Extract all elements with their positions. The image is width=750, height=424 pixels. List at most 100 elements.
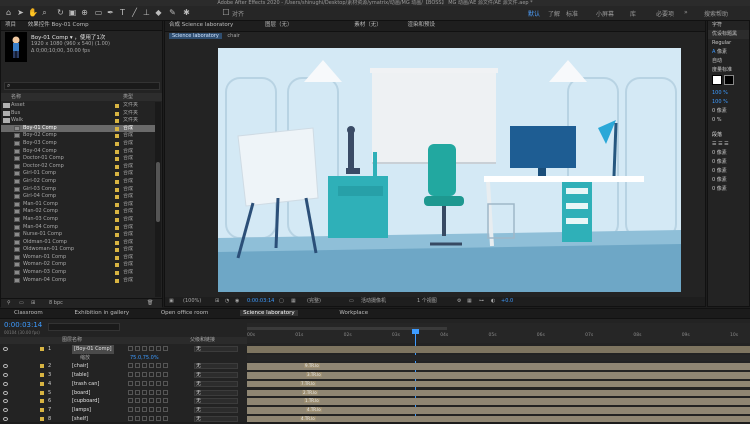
layer-duration-bar[interactable] [247,363,750,371]
tab-render-presets[interactable]: 渲染和预设 [408,22,436,28]
layer-switches[interactable] [128,363,192,369]
project-item[interactable]: Girl-01 Comp 合成 [1,170,155,178]
camera-select[interactable]: 活动摄像机 [361,297,386,306]
zoom-select[interactable]: (100%) [183,297,201,306]
label-color-swatch[interactable] [115,255,119,260]
keyframe-label[interactable]: 3.TR.lo [306,372,322,378]
label-color-swatch[interactable] [115,271,119,276]
col-parent[interactable]: 父级和链接 [190,337,215,344]
project-item[interactable]: Girl-02 Comp 合成 [1,178,155,186]
always-preview-icon[interactable]: ▣ [169,297,174,306]
region-of-interest-icon[interactable]: ▢ [279,297,284,306]
home-icon[interactable]: ⌂ [4,8,13,17]
label-color-swatch[interactable] [115,126,119,131]
tsume-field[interactable]: 0 % [708,116,749,125]
interpret-icon[interactable]: ⚲ [7,299,11,308]
project-item[interactable]: Boy-03 Comp 合成 [1,140,155,148]
mask-icon[interactable]: ◔ [225,297,229,306]
text-icon[interactable]: T [118,8,127,17]
leading-field[interactable]: 自动 [708,57,749,66]
search-help-label[interactable]: 搜索帮助 [704,9,728,18]
label-color-swatch[interactable] [115,164,119,169]
layer-switches[interactable] [128,406,192,413]
project-item[interactable]: Woman-04 Comp 合成 [1,277,155,285]
label-color-swatch[interactable] [115,217,119,222]
label-color-swatch[interactable] [115,141,119,146]
workspace-standard[interactable]: 标准 [566,9,578,18]
layer-name[interactable]: [chair] [72,362,88,371]
layer-label-swatch[interactable] [40,373,44,378]
reset-exposure-icon[interactable]: ◐ [491,297,495,306]
property-value[interactable]: 75.0,75.0% [130,354,159,363]
layer-label-swatch[interactable] [40,399,44,404]
layer-label-swatch[interactable] [40,390,44,395]
layer-row[interactable]: 7 [lamps] 无 4.TR.lo [0,406,750,415]
layer-duration-bar[interactable] [247,398,750,405]
keyframe-label[interactable]: 4.TR.lo [300,415,316,421]
color-swatches[interactable] [708,75,749,89]
keyframe-label[interactable]: 1.TR.lo [304,398,320,404]
brush-icon[interactable]: ╱ [130,8,139,17]
camera-snapshot-icon[interactable]: ◉ [235,297,239,306]
font-size-field[interactable]: A 像素 [708,48,749,57]
label-color-swatch[interactable] [115,233,119,238]
layer-name[interactable]: [Boy-01 Comp] [72,345,114,354]
layer-name[interactable]: [table] [72,371,89,380]
layer-switches[interactable] [128,346,192,352]
label-color-swatch[interactable] [115,179,119,184]
camera-icon[interactable]: ▣ [68,8,77,17]
layer-switches[interactable] [128,380,192,387]
pen-icon[interactable]: ✒ [106,8,115,17]
label-color-swatch[interactable] [115,119,119,124]
grid-icon[interactable]: ⊞ [215,297,219,306]
label-color-swatch[interactable] [115,202,119,207]
keyframe-label[interactable]: 4.TR.lo [306,406,322,412]
label-color-swatch[interactable] [115,263,119,268]
viewer-timecode[interactable]: 0:00:03:14 [247,297,274,306]
time-ruler[interactable]: 00s 01s 02s 03s 04s 05s 06s 07s 08s 09s 10s [247,323,750,343]
space-before[interactable]: 0 像素 [708,176,749,185]
tab-footage[interactable]: 素材（无） [354,22,382,28]
visibility-eye-icon[interactable] [3,347,8,351]
workspace-essentials[interactable]: 必要项 [656,9,674,18]
layer-label-swatch[interactable] [40,381,44,386]
layer-duration-bar[interactable] [247,415,750,423]
new-folder-icon[interactable]: ▭ [19,299,24,308]
label-color-swatch[interactable] [115,248,119,253]
align-checkbox[interactable]: ☐ [222,8,230,17]
project-item[interactable]: Oldman-01 Comp 合成 [1,239,155,247]
project-scrollbar[interactable] [155,102,161,297]
timeline-timecode[interactable]: 0:00:03:14 [4,321,42,329]
visibility-eye-icon[interactable] [3,407,8,412]
transparency-grid-icon[interactable]: ▦ [291,297,296,306]
label-color-swatch[interactable] [115,104,119,108]
breadcrumb-science-lab[interactable]: Science laboratory [169,33,222,39]
label-color-swatch[interactable] [115,149,119,154]
zoom-icon[interactable]: ⌕ [40,8,49,17]
fast-preview-icon[interactable]: ⚙ [457,297,461,306]
horizontal-scale-field[interactable]: 100 % [708,98,749,107]
property-row[interactable]: 缩放 75.0,75.0% [0,354,750,363]
font-family-select[interactable]: 优设标题黑 [708,30,749,39]
font-style-select[interactable]: Regular [708,39,749,48]
layer-duration-bar[interactable] [247,389,750,397]
stamp-icon[interactable]: ⊥ [142,8,151,17]
label-color-swatch[interactable] [115,195,119,200]
visibility-eye-icon[interactable] [3,373,8,378]
label-color-swatch[interactable] [115,240,119,245]
hand-icon[interactable]: ✋ [28,8,38,17]
label-color-swatch[interactable] [115,134,119,139]
visibility-eye-icon[interactable] [3,364,8,369]
eraser-icon[interactable]: ◆ [154,8,163,17]
layer-name[interactable]: [cupboard] [72,397,99,406]
tracking-field[interactable]: 度量标准 [708,66,749,75]
workspace-more-icon[interactable]: » [684,9,688,16]
exposure-value[interactable]: +0.0 [501,297,513,306]
pan-behind-icon[interactable]: ⊕ [80,8,89,17]
layer-row[interactable]: 6 [cupboard] 无 1.TR.lo [0,397,750,406]
visibility-eye-icon[interactable] [3,416,8,421]
tab-project[interactable]: 项目 [5,22,16,28]
layer-switches[interactable] [128,398,192,404]
space-after[interactable]: 0 像素 [708,185,749,194]
layer-name[interactable]: [board] [72,389,90,398]
